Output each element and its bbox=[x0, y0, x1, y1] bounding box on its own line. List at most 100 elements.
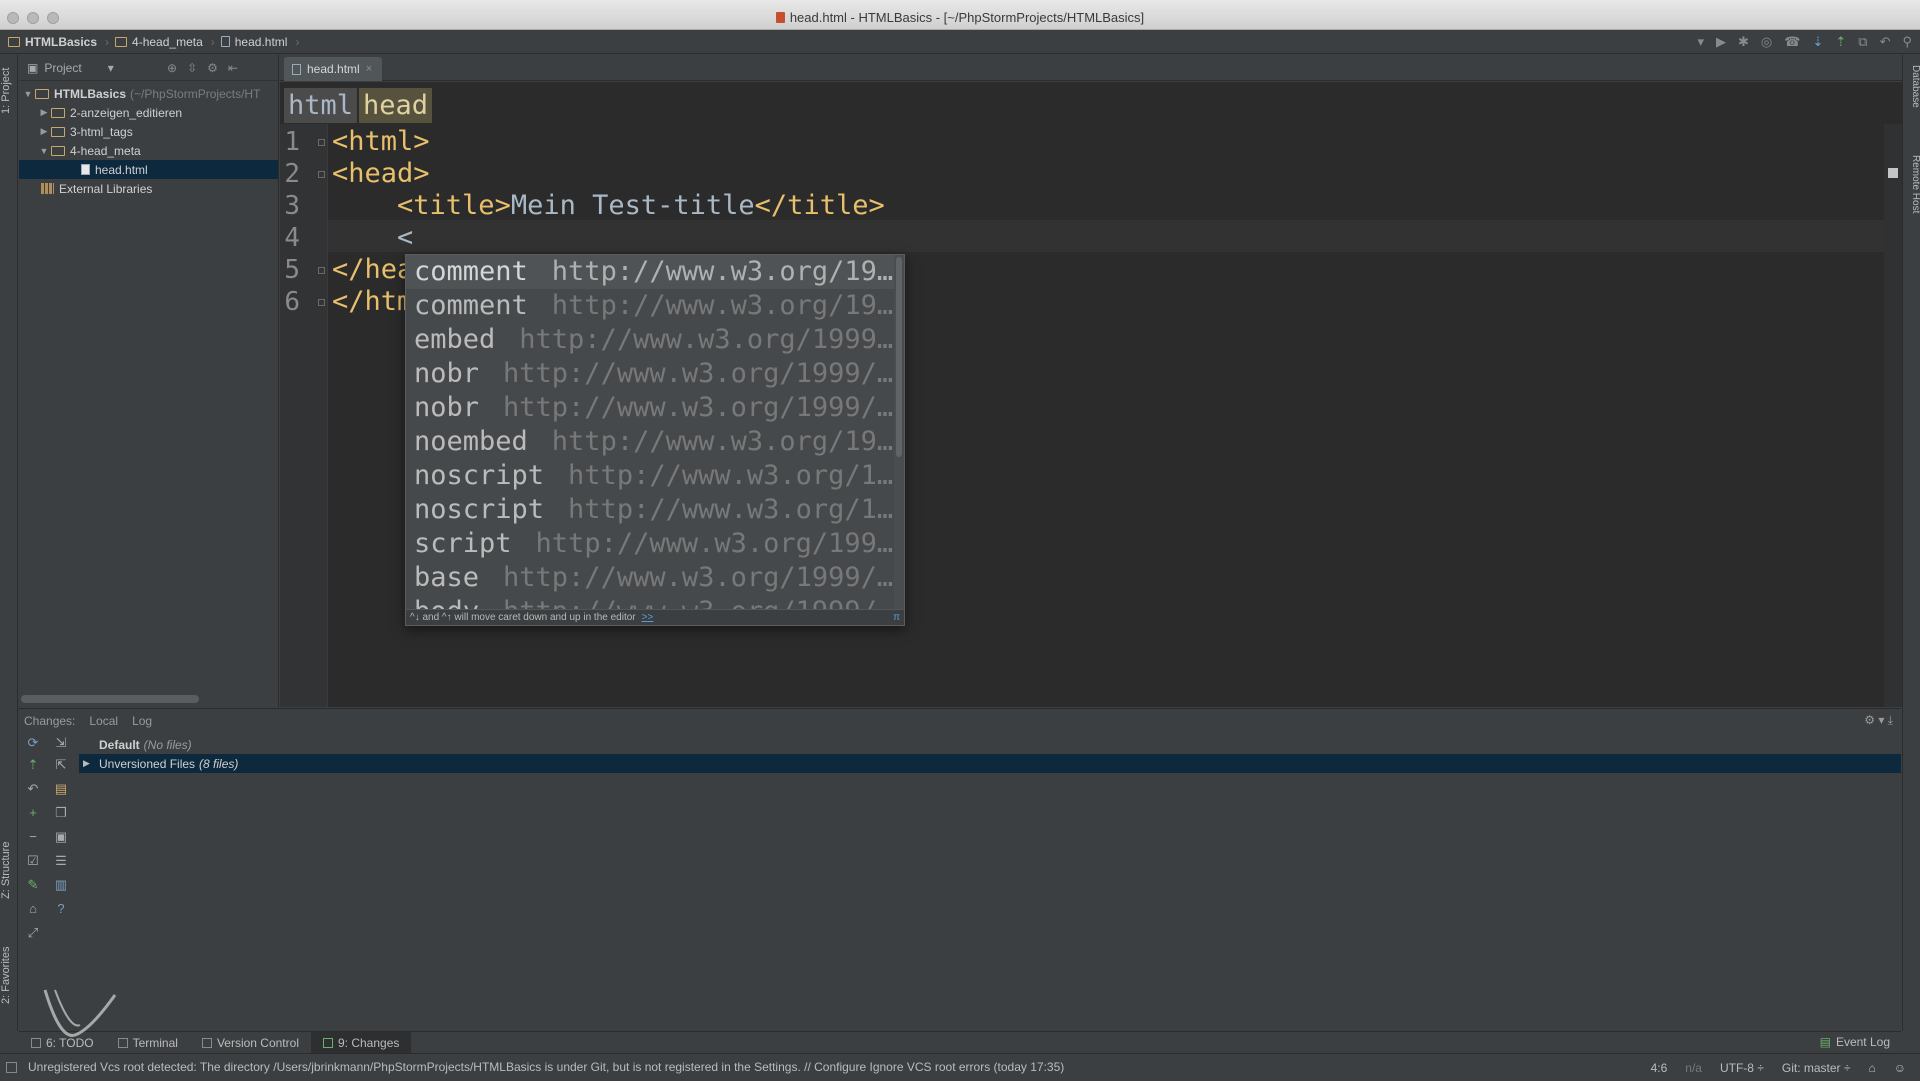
refresh-icon[interactable]: ⟳ bbox=[25, 735, 41, 751]
expand-arrow-icon[interactable]: ▼ bbox=[21, 89, 35, 99]
file-encoding[interactable]: UTF-8 ÷ bbox=[1720, 1061, 1764, 1075]
rollback-icon[interactable]: ↶ bbox=[25, 781, 41, 797]
caret-position[interactable]: 4:6 bbox=[1651, 1061, 1668, 1075]
copy-icon[interactable]: ❐ bbox=[53, 805, 69, 821]
tag-breadcrumb-head[interactable]: head bbox=[359, 88, 433, 123]
status-toggle-icon[interactable] bbox=[6, 1062, 17, 1073]
collapse-all-icon[interactable]: ⇳ bbox=[187, 61, 197, 75]
breadcrumb-project[interactable]: HTMLBasics bbox=[0, 30, 109, 54]
editor-tab-head-html[interactable]: head.html × bbox=[284, 57, 383, 81]
breadcrumb-file[interactable]: head.html bbox=[213, 30, 299, 54]
update-icon[interactable]: ✎ bbox=[25, 877, 41, 893]
right-tool-strip: Database Remote Host bbox=[1902, 55, 1920, 1031]
database-tool-tab[interactable]: Database bbox=[1905, 65, 1920, 125]
remove-icon[interactable]: − bbox=[25, 829, 41, 845]
completion-item[interactable]: base http://www.w3.org/1999/… bbox=[406, 561, 904, 595]
completion-item[interactable]: nobr http://www.w3.org/1999/… bbox=[406, 357, 904, 391]
shelve-icon[interactable]: ▤ bbox=[53, 781, 69, 797]
fold-marker-icon[interactable] bbox=[318, 267, 325, 274]
completion-scroll-thumb[interactable] bbox=[896, 257, 902, 457]
completion-item[interactable]: embed http://www.w3.org/1999… bbox=[406, 323, 904, 357]
project-view-selector[interactable]: ▣ Project ▾ bbox=[27, 61, 127, 75]
restore-icon[interactable]: ⤢ bbox=[25, 925, 41, 941]
gear-icon[interactable]: ⚙ ▾ ⤓ bbox=[1864, 713, 1893, 728]
gear-icon[interactable]: ⚙ bbox=[207, 61, 218, 75]
code-line-2: <head> bbox=[332, 158, 430, 189]
editor-vertical-scrollbar[interactable] bbox=[1884, 124, 1902, 707]
completion-scrollbar[interactable] bbox=[894, 255, 904, 611]
listen-debug-icon[interactable]: ☎ bbox=[1784, 34, 1800, 50]
coverage-icon[interactable]: ◎ bbox=[1761, 34, 1772, 50]
vcs-commit-icon[interactable]: ⇡ bbox=[1835, 34, 1846, 50]
tag-breadcrumb-html[interactable]: html bbox=[284, 88, 358, 123]
watermark-logo-icon bbox=[43, 989, 117, 1037]
fold-marker-icon[interactable] bbox=[318, 139, 325, 146]
project-tool-tab[interactable]: 1: Project bbox=[0, 61, 18, 121]
lock-icon[interactable]: ⌂ bbox=[1868, 1061, 1875, 1075]
preview-icon[interactable]: ▥ bbox=[53, 877, 69, 893]
tree-item-head-html[interactable]: head.html bbox=[19, 160, 278, 179]
git-branch[interactable]: Git: master ÷ bbox=[1782, 1061, 1851, 1075]
collapse-arrow-icon[interactable]: ▼ bbox=[37, 146, 51, 156]
expand-arrow-icon[interactable]: ▶ bbox=[83, 758, 99, 769]
breadcrumb-folder[interactable]: 4-head_meta bbox=[107, 30, 214, 54]
expand-arrow-icon[interactable]: ▶ bbox=[37, 107, 51, 118]
tab-version-control[interactable]: Version Control bbox=[190, 1032, 311, 1054]
status-message[interactable]: Unregistered Vcs root detected: The dire… bbox=[0, 1060, 1640, 1074]
completion-item[interactable]: script http://www.w3.org/199… bbox=[406, 527, 904, 561]
line-gutter[interactable]: 1 2 3 4 5 6 bbox=[280, 124, 328, 707]
tree-item-external-libraries[interactable]: External Libraries bbox=[19, 179, 278, 198]
group-by-icon[interactable]: ☰ bbox=[53, 853, 69, 869]
expand-arrow-icon[interactable]: ▶ bbox=[37, 126, 51, 137]
project-horizontal-scrollbar[interactable] bbox=[21, 695, 199, 703]
completion-more-link[interactable]: >> bbox=[642, 612, 654, 623]
tab-changes[interactable]: 9: Changes bbox=[310, 1031, 412, 1054]
folder-icon bbox=[8, 36, 20, 47]
tab-log[interactable]: Log bbox=[132, 714, 152, 728]
structure-tool-tab[interactable]: Z: Structure bbox=[0, 830, 18, 910]
fold-marker-icon[interactable] bbox=[318, 299, 325, 306]
tree-item-4-head-meta[interactable]: ▼ 4-head_meta bbox=[19, 141, 278, 160]
html-file-icon bbox=[292, 63, 301, 75]
tree-item-2-anzeigen-editieren[interactable]: ▶ 2-anzeigen_editieren bbox=[19, 103, 278, 122]
lock-icon[interactable]: ⌂ bbox=[25, 901, 41, 917]
collapse-all-icon[interactable]: ⇱ bbox=[53, 757, 69, 773]
help-icon[interactable]: ? bbox=[53, 901, 69, 917]
favorites-tool-tab[interactable]: 2: Favorites bbox=[0, 935, 18, 1015]
completion-item[interactable]: noscript http://www.w3.org/1… bbox=[406, 493, 904, 527]
changelist-default[interactable]: Default (No files) bbox=[79, 735, 1901, 754]
vcs-update-icon[interactable]: ⇣ bbox=[1812, 34, 1823, 50]
run-config-dropdown-icon[interactable]: ▾ bbox=[1697, 34, 1704, 50]
hector-icon[interactable]: ☺ bbox=[1894, 1061, 1906, 1075]
vcs-compare-icon[interactable]: ⧉ bbox=[1858, 34, 1867, 50]
fold-marker-icon[interactable] bbox=[318, 171, 325, 178]
add-icon[interactable]: + bbox=[25, 805, 41, 821]
changelist-unversioned[interactable]: ▶ Unversioned Files (8 files) bbox=[79, 754, 1901, 773]
vcs-commit-icon[interactable]: ⇡ bbox=[25, 757, 41, 773]
pin-icon[interactable]: π bbox=[893, 610, 900, 625]
main-toolbar: ▾ ▶ ✱ ◎ ☎ ⇣ ⇡ ⧉ ↶ ⚲ bbox=[1697, 30, 1912, 54]
diff-icon[interactable]: ▣ bbox=[53, 829, 69, 845]
completion-item[interactable]: noembed http://www.w3.org/19… bbox=[406, 425, 904, 459]
completion-item[interactable]: comment http://www.w3.org/19… bbox=[406, 255, 904, 289]
tree-item-htmlbasics[interactable]: ▼ HTMLBasics (~/PhpStormProjects/HT bbox=[19, 84, 278, 103]
completion-item[interactable]: comment http://www.w3.org/19… bbox=[406, 289, 904, 323]
tab-local[interactable]: Local bbox=[89, 714, 118, 728]
debug-icon[interactable]: ✱ bbox=[1738, 34, 1749, 50]
set-active-icon[interactable]: ☑ bbox=[25, 853, 41, 869]
remote-host-tool-tab[interactable]: Remote Host bbox=[1905, 155, 1920, 245]
version-control-icon bbox=[201, 1037, 212, 1048]
close-tab-icon[interactable]: × bbox=[366, 63, 372, 75]
completion-item[interactable]: noscript http://www.w3.org/1… bbox=[406, 459, 904, 493]
scroll-from-source-icon[interactable]: ⊕ bbox=[167, 61, 177, 75]
event-log-tab[interactable]: ▤ Event Log bbox=[1820, 1031, 1890, 1053]
expand-all-icon[interactable]: ⇲ bbox=[53, 735, 69, 751]
window-titlebar: head.html - HTMLBasics - [~/PhpStormProj… bbox=[0, 0, 1920, 30]
hide-panel-icon[interactable]: ⇤ bbox=[228, 61, 238, 75]
run-icon[interactable]: ▶ bbox=[1716, 34, 1726, 50]
completion-item[interactable]: nobr http://www.w3.org/1999/… bbox=[406, 391, 904, 425]
revert-icon[interactable]: ↶ bbox=[1880, 34, 1891, 50]
search-icon[interactable]: ⚲ bbox=[1902, 34, 1912, 50]
inspection-status-icon[interactable] bbox=[1888, 168, 1898, 178]
tree-item-3-html-tags[interactable]: ▶ 3-html_tags bbox=[19, 122, 278, 141]
